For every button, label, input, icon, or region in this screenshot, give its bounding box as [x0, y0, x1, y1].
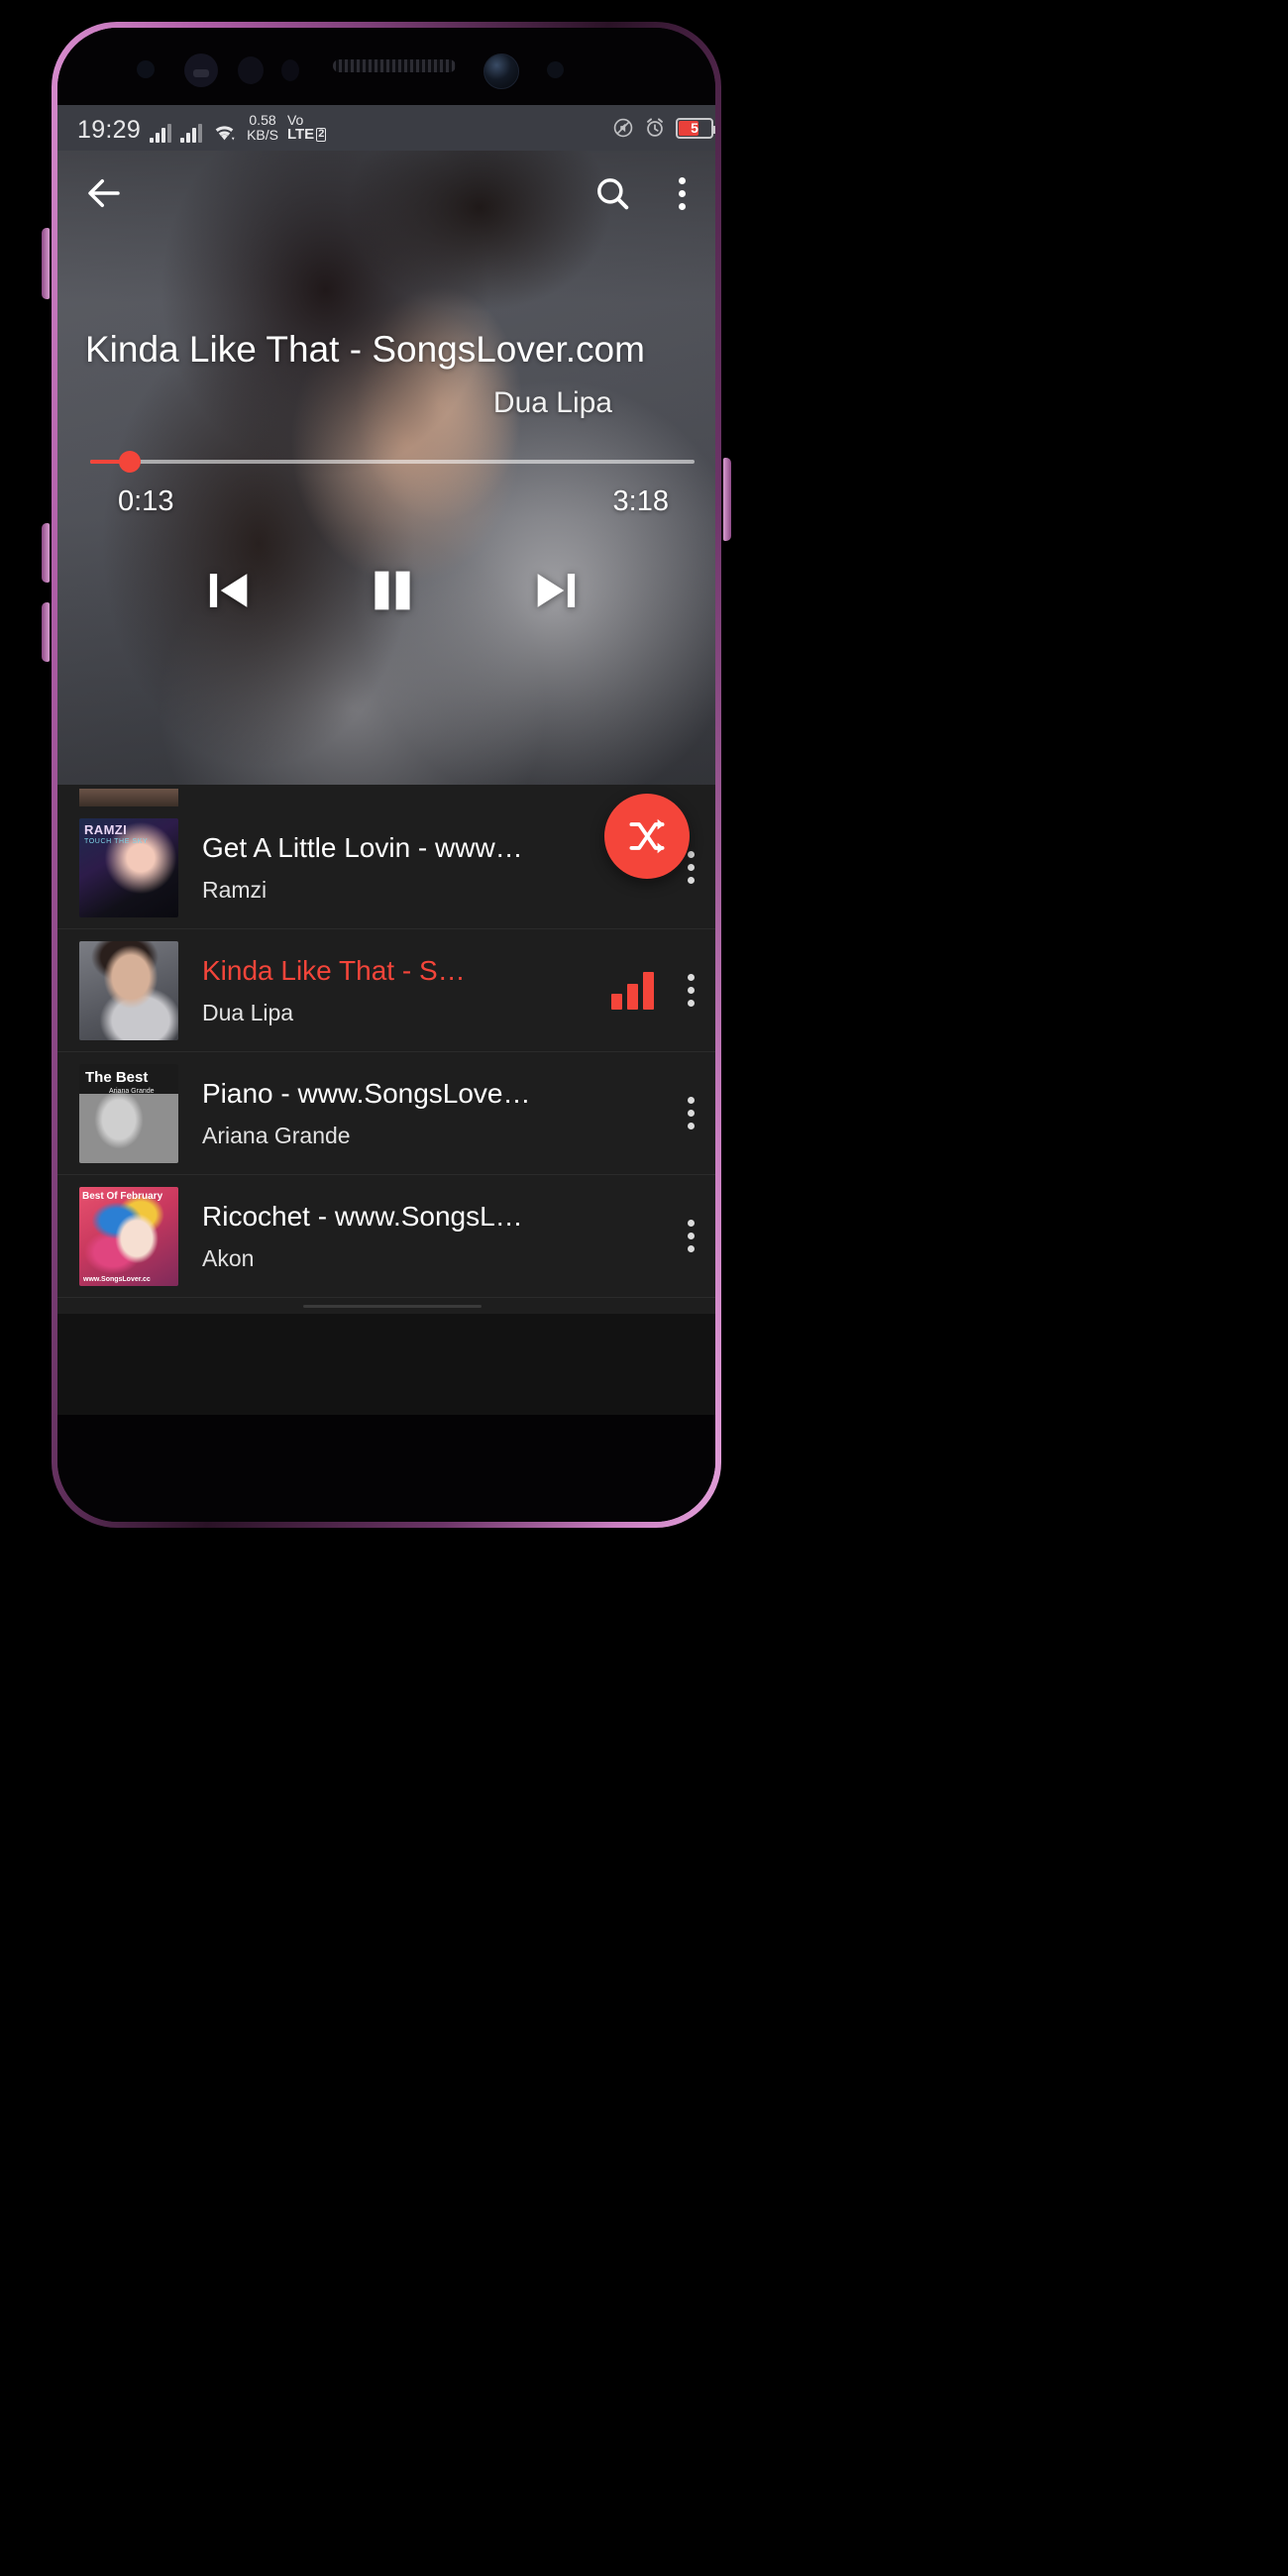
status-bar-right: 5	[612, 117, 715, 139]
previous-track-icon[interactable]	[199, 562, 257, 624]
track-overflow-menu-icon[interactable]	[668, 1097, 713, 1129]
led-indicator	[547, 61, 564, 78]
track-text-block: Piano - www.SongsLove… Ariana Grande	[178, 1077, 668, 1149]
peek-thumbnail	[79, 789, 178, 806]
network-speed-unit: KB/S	[247, 127, 278, 144]
track-artist: Ariana Grande	[202, 1122, 351, 1148]
search-icon[interactable]	[592, 173, 632, 213]
track-title: Piano - www.SongsLove…	[202, 1077, 531, 1109]
now-playing-panel: Kinda Like That - SongsLover.com Dua Lip…	[57, 151, 715, 785]
track-overflow-menu-icon[interactable]	[668, 1220, 713, 1252]
phone-device-frame: 19:29 0.58 KB/S Vo LTE 2 5 Kinda Like Th…	[42, 22, 731, 1528]
now-playing-artist: Dua Lipa	[492, 385, 612, 419]
status-clock: 19:29	[77, 115, 142, 144]
bixby-button[interactable]	[42, 228, 50, 299]
track-text-block: Ricochet - www.SongsL… Akon	[178, 1200, 668, 1272]
shuffle-fab-button[interactable]	[604, 794, 690, 879]
status-bar-left: 19:29 0.58 KB/S Vo LTE 2	[77, 113, 612, 143]
status-bar: 19:29 0.58 KB/S Vo LTE 2 5	[57, 105, 715, 151]
volume-down-button[interactable]	[42, 523, 50, 583]
earpiece-speaker	[333, 59, 456, 72]
network-speed-indicator: 0.58 KB/S	[247, 113, 278, 142]
now-playing-equalizer-icon	[611, 971, 654, 1010]
signal-bars-sim1-icon	[150, 123, 172, 143]
volte-indicator: Vo LTE 2	[286, 112, 327, 144]
back-arrow-icon[interactable]	[83, 172, 125, 214]
iris-scanner	[184, 54, 218, 87]
track-thumbnail	[79, 1186, 178, 1286]
signal-bars-sim2-icon	[180, 123, 203, 143]
track-thumbnail	[79, 940, 178, 1040]
playlist-peek-row	[57, 785, 715, 806]
now-playing-title: Kinda Like That - SongsLover.com	[85, 329, 645, 370]
track-artist: Dua Lipa	[202, 999, 294, 1025]
phone-screen: 19:29 0.58 KB/S Vo LTE 2 5 Kinda Like Th…	[57, 105, 715, 1427]
mute-icon	[612, 117, 634, 139]
sensor-dot	[281, 59, 299, 81]
total-time-label: 3:18	[612, 484, 669, 517]
volte-vo-label: Vo	[286, 112, 304, 129]
track-title: Get A Little Lovin - www…	[202, 831, 523, 863]
battery-level-text: 5	[691, 120, 698, 136]
proximity-sensor	[137, 60, 155, 78]
volume-up-button[interactable]	[42, 602, 50, 662]
volte-lte-label: LTE 2	[286, 126, 327, 144]
shuffle-icon	[629, 818, 665, 854]
track-metadata: Kinda Like That - SongsLover.com Dua Lip…	[57, 236, 715, 420]
pause-icon[interactable]	[362, 560, 423, 626]
track-row-3[interactable]: Piano - www.SongsLove… Ariana Grande	[57, 1052, 715, 1175]
player-app-bar	[57, 151, 715, 236]
seek-bar[interactable]	[90, 450, 695, 473]
track-title: Ricochet - www.SongsL…	[202, 1200, 523, 1232]
phone-body: 19:29 0.58 KB/S Vo LTE 2 5 Kinda Like Th…	[57, 28, 715, 1522]
track-thumbnail	[79, 1063, 178, 1163]
power-button[interactable]	[723, 458, 731, 541]
lte-text: LTE	[286, 126, 315, 144]
alarm-icon	[644, 117, 666, 139]
navigation-hint-bar	[57, 1298, 715, 1314]
light-sensor	[238, 56, 264, 84]
wifi-icon	[211, 122, 238, 143]
track-text-block: Get A Little Lovin - www… Ramzi	[178, 831, 668, 904]
track-row-2[interactable]: Kinda Like That - S… Dua Lipa	[57, 929, 715, 1052]
network-speed-value: 0.58	[249, 112, 276, 129]
seek-bar-area: 0:13 3:18	[57, 420, 715, 518]
track-artist: Akon	[202, 1244, 255, 1271]
track-artist: Ramzi	[202, 876, 268, 903]
next-track-icon[interactable]	[528, 562, 586, 624]
battery-icon: 5	[676, 117, 715, 139]
time-row: 0:13 3:18	[90, 485, 695, 518]
current-time-label: 0:13	[118, 484, 174, 517]
track-text-block: Kinda Like That - S… Dua Lipa	[178, 954, 607, 1026]
seek-bar-thumb[interactable]	[118, 450, 141, 473]
track-row-4[interactable]: Ricochet - www.SongsL… Akon	[57, 1175, 715, 1298]
track-thumbnail	[79, 817, 178, 917]
track-overflow-menu-icon[interactable]	[668, 974, 713, 1007]
overflow-menu-icon[interactable]	[662, 176, 701, 210]
phone-bottom-bezel	[57, 1415, 715, 1522]
phone-top-hardware	[57, 28, 715, 105]
front-camera	[483, 54, 519, 89]
sim-slot-number: 2	[316, 128, 327, 142]
transport-controls	[57, 560, 715, 626]
track-title: Kinda Like That - S…	[202, 954, 466, 986]
